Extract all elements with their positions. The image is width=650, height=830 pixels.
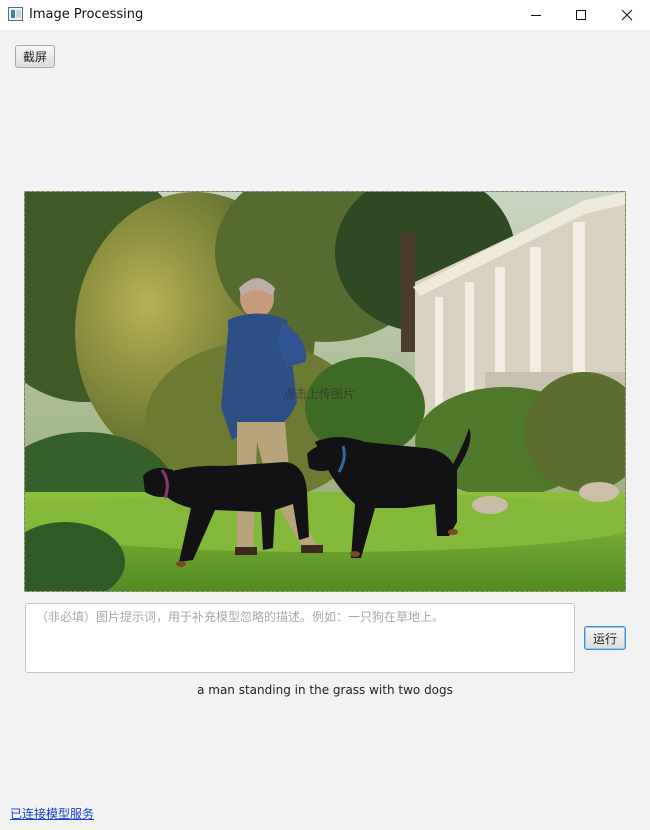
screenshot-button[interactable]: 截屏 [15, 45, 55, 68]
run-button[interactable]: 运行 [584, 626, 626, 650]
result-caption: a man standing in the grass with two dog… [197, 683, 453, 697]
maximize-icon [576, 10, 586, 20]
minimize-button[interactable] [513, 0, 559, 30]
title-bar: Image Processing [0, 0, 650, 30]
close-icon [621, 9, 633, 21]
maximize-button[interactable] [558, 0, 604, 30]
window-title: Image Processing [29, 7, 144, 22]
uploaded-photo [25, 192, 625, 591]
minimize-icon [531, 15, 541, 16]
connection-status-link[interactable]: 已连接模型服务 [10, 805, 94, 822]
app-window-icon [8, 7, 23, 21]
image-upload-area[interactable]: 点击上传图片 [24, 191, 626, 592]
prompt-input[interactable] [25, 603, 575, 673]
close-button[interactable] [604, 0, 650, 30]
